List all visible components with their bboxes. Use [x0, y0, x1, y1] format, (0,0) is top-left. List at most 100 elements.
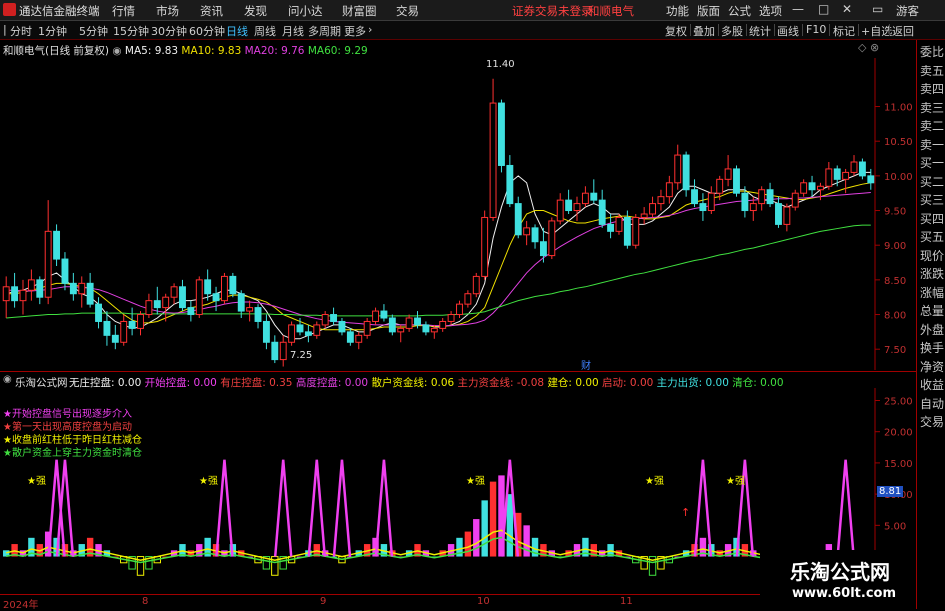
candle-body [346, 331, 354, 343]
candle-body [397, 327, 405, 333]
menu-markets[interactable]: 市场 [156, 3, 179, 19]
btn-draw[interactable]: 画线 [777, 23, 799, 39]
restore-icon[interactable]: □ [818, 2, 829, 16]
sidebar-item-0[interactable]: 委比 [920, 43, 944, 60]
up-arrow-icon: ↑ [681, 506, 691, 519]
btn-mark[interactable]: 标记 [833, 23, 855, 39]
candle-body [632, 216, 640, 246]
strong-label-4: ★强 [645, 476, 664, 487]
sidebar-item-3[interactable]: 卖三 [920, 99, 944, 116]
x-label-oct: 10 [477, 596, 490, 607]
chart-settings-icon[interactable]: ◇ ⊗ [858, 41, 879, 54]
sidebar-item-18[interactable]: 收益 [920, 376, 944, 393]
sidebar-item-9[interactable]: 买四 [920, 210, 944, 227]
menu-options[interactable]: 选项 [759, 3, 782, 19]
menu-guest[interactable]: 游客 [896, 3, 919, 19]
candle-body [607, 223, 615, 232]
sidebar-item-14[interactable]: 总量 [920, 302, 944, 319]
candle-body [69, 282, 77, 295]
tab-30min[interactable]: 30分钟 [151, 23, 187, 39]
close-icon[interactable]: ✕ [842, 2, 852, 16]
menu-trade[interactable]: 交易 [396, 3, 419, 19]
restore2-icon[interactable]: ▭ [872, 2, 883, 16]
btn-stats[interactable]: 统计 [749, 23, 771, 39]
candle-body [95, 303, 102, 322]
strong-label-3: ★强 [466, 476, 485, 487]
candle-body [313, 324, 321, 336]
btn-back[interactable]: 返回 [892, 23, 914, 39]
price-chart[interactable]: 11.00 10.50 10.00 9.50 9.00 8.50 8.00 7.50 [0, 58, 916, 370]
sidebar-item-15[interactable]: 外盘 [920, 321, 944, 338]
sidebar-item-20[interactable]: 交易 [920, 413, 944, 430]
minimize-icon[interactable]: — [792, 2, 804, 16]
hamburger-icon[interactable]: | [3, 23, 7, 36]
sidebar-item-5[interactable]: 卖一 [920, 136, 944, 153]
candle-body [254, 307, 262, 322]
sidebar-item-2[interactable]: 卖四 [920, 80, 944, 97]
sidebar-item-13[interactable]: 涨幅 [920, 284, 944, 301]
subchart-toggle-icon[interactable]: ◉ [3, 374, 12, 385]
btn-add-watchlist[interactable]: +自选 [861, 23, 892, 39]
login-notice[interactable]: 证券交易未登录 [512, 3, 593, 19]
menu-news[interactable]: 资讯 [200, 3, 223, 19]
candle-body [674, 154, 682, 184]
sidebar-item-10[interactable]: 买五 [920, 228, 944, 245]
menu-formula[interactable]: 公式 [728, 3, 751, 19]
tab-more[interactable]: 更多 [344, 23, 366, 39]
candle-body [523, 227, 531, 236]
sidebar-item-16[interactable]: 换手 [920, 339, 944, 356]
price-tick-label: 10.50 [884, 137, 913, 148]
menu-ask[interactable]: 问小达 [288, 3, 323, 19]
candle-body [179, 286, 186, 309]
tab-weekly[interactable]: 周线 [254, 23, 276, 39]
watermark-title: 乐淘公式网 [790, 560, 890, 584]
sidebar-item-7[interactable]: 买二 [920, 173, 944, 190]
sidebar-item-8[interactable]: 买三 [920, 191, 944, 208]
menu-market[interactable]: 行情 [112, 3, 135, 19]
tab-15min[interactable]: 15分钟 [113, 23, 149, 39]
candle-body [623, 216, 631, 246]
tab-5min[interactable]: 5分钟 [79, 23, 108, 39]
sidebar-item-11[interactable]: 现价 [920, 247, 944, 264]
sidebar-item-1[interactable]: 卖五 [920, 62, 944, 79]
sidebar-item-4[interactable]: 卖二 [920, 117, 944, 134]
control-spike [374, 459, 394, 557]
sidebar-item-19[interactable]: 自动 [920, 395, 944, 412]
candle-body [2, 286, 10, 302]
tab-1min[interactable]: 1分钟 [38, 23, 67, 39]
menu-layout[interactable]: 版面 [697, 3, 720, 19]
legend-toggle-icon[interactable]: ◉ [112, 45, 121, 57]
candle-body [279, 341, 287, 361]
sidebar-item-12[interactable]: 涨跌 [920, 265, 944, 282]
indicator-bar [464, 531, 472, 557]
tab-daily[interactable]: 日线 [226, 23, 248, 39]
candle-body [422, 324, 430, 333]
tab-multi-period[interactable]: 多周期 [308, 23, 341, 39]
current-value-badge: 8.81 [877, 486, 904, 497]
btn-multi-stock[interactable]: 多股 [721, 23, 743, 39]
candle-body [758, 189, 766, 205]
btn-f10[interactable]: F10 [806, 23, 826, 36]
candle-body [137, 314, 144, 329]
tab-timeshare[interactable]: 分时 [10, 23, 32, 39]
sidebar-item-6[interactable]: 买一 [920, 154, 944, 171]
btn-adjust[interactable]: 复权 [665, 23, 687, 39]
more-chevron-icon[interactable]: › [368, 23, 372, 36]
menu-wealth[interactable]: 财富圈 [342, 3, 377, 19]
menu-function[interactable]: 功能 [666, 3, 689, 19]
candle-body [691, 189, 698, 205]
tab-monthly[interactable]: 月线 [282, 23, 304, 39]
sidebar-item-17[interactable]: 净资 [920, 358, 944, 375]
candle-body [800, 182, 808, 194]
candle-body [649, 203, 657, 215]
finance-marker[interactable]: 财 [581, 357, 591, 372]
candle-body [842, 171, 850, 180]
candle-body [514, 203, 522, 236]
price-tick-label: 7.50 [884, 345, 906, 356]
btn-overlay[interactable]: 叠加 [693, 23, 715, 39]
candle-body [153, 300, 161, 309]
menu-discover[interactable]: 发现 [244, 3, 267, 19]
tab-60min[interactable]: 60分钟 [189, 23, 225, 39]
candle-body [321, 314, 329, 326]
candle-body [506, 164, 514, 205]
